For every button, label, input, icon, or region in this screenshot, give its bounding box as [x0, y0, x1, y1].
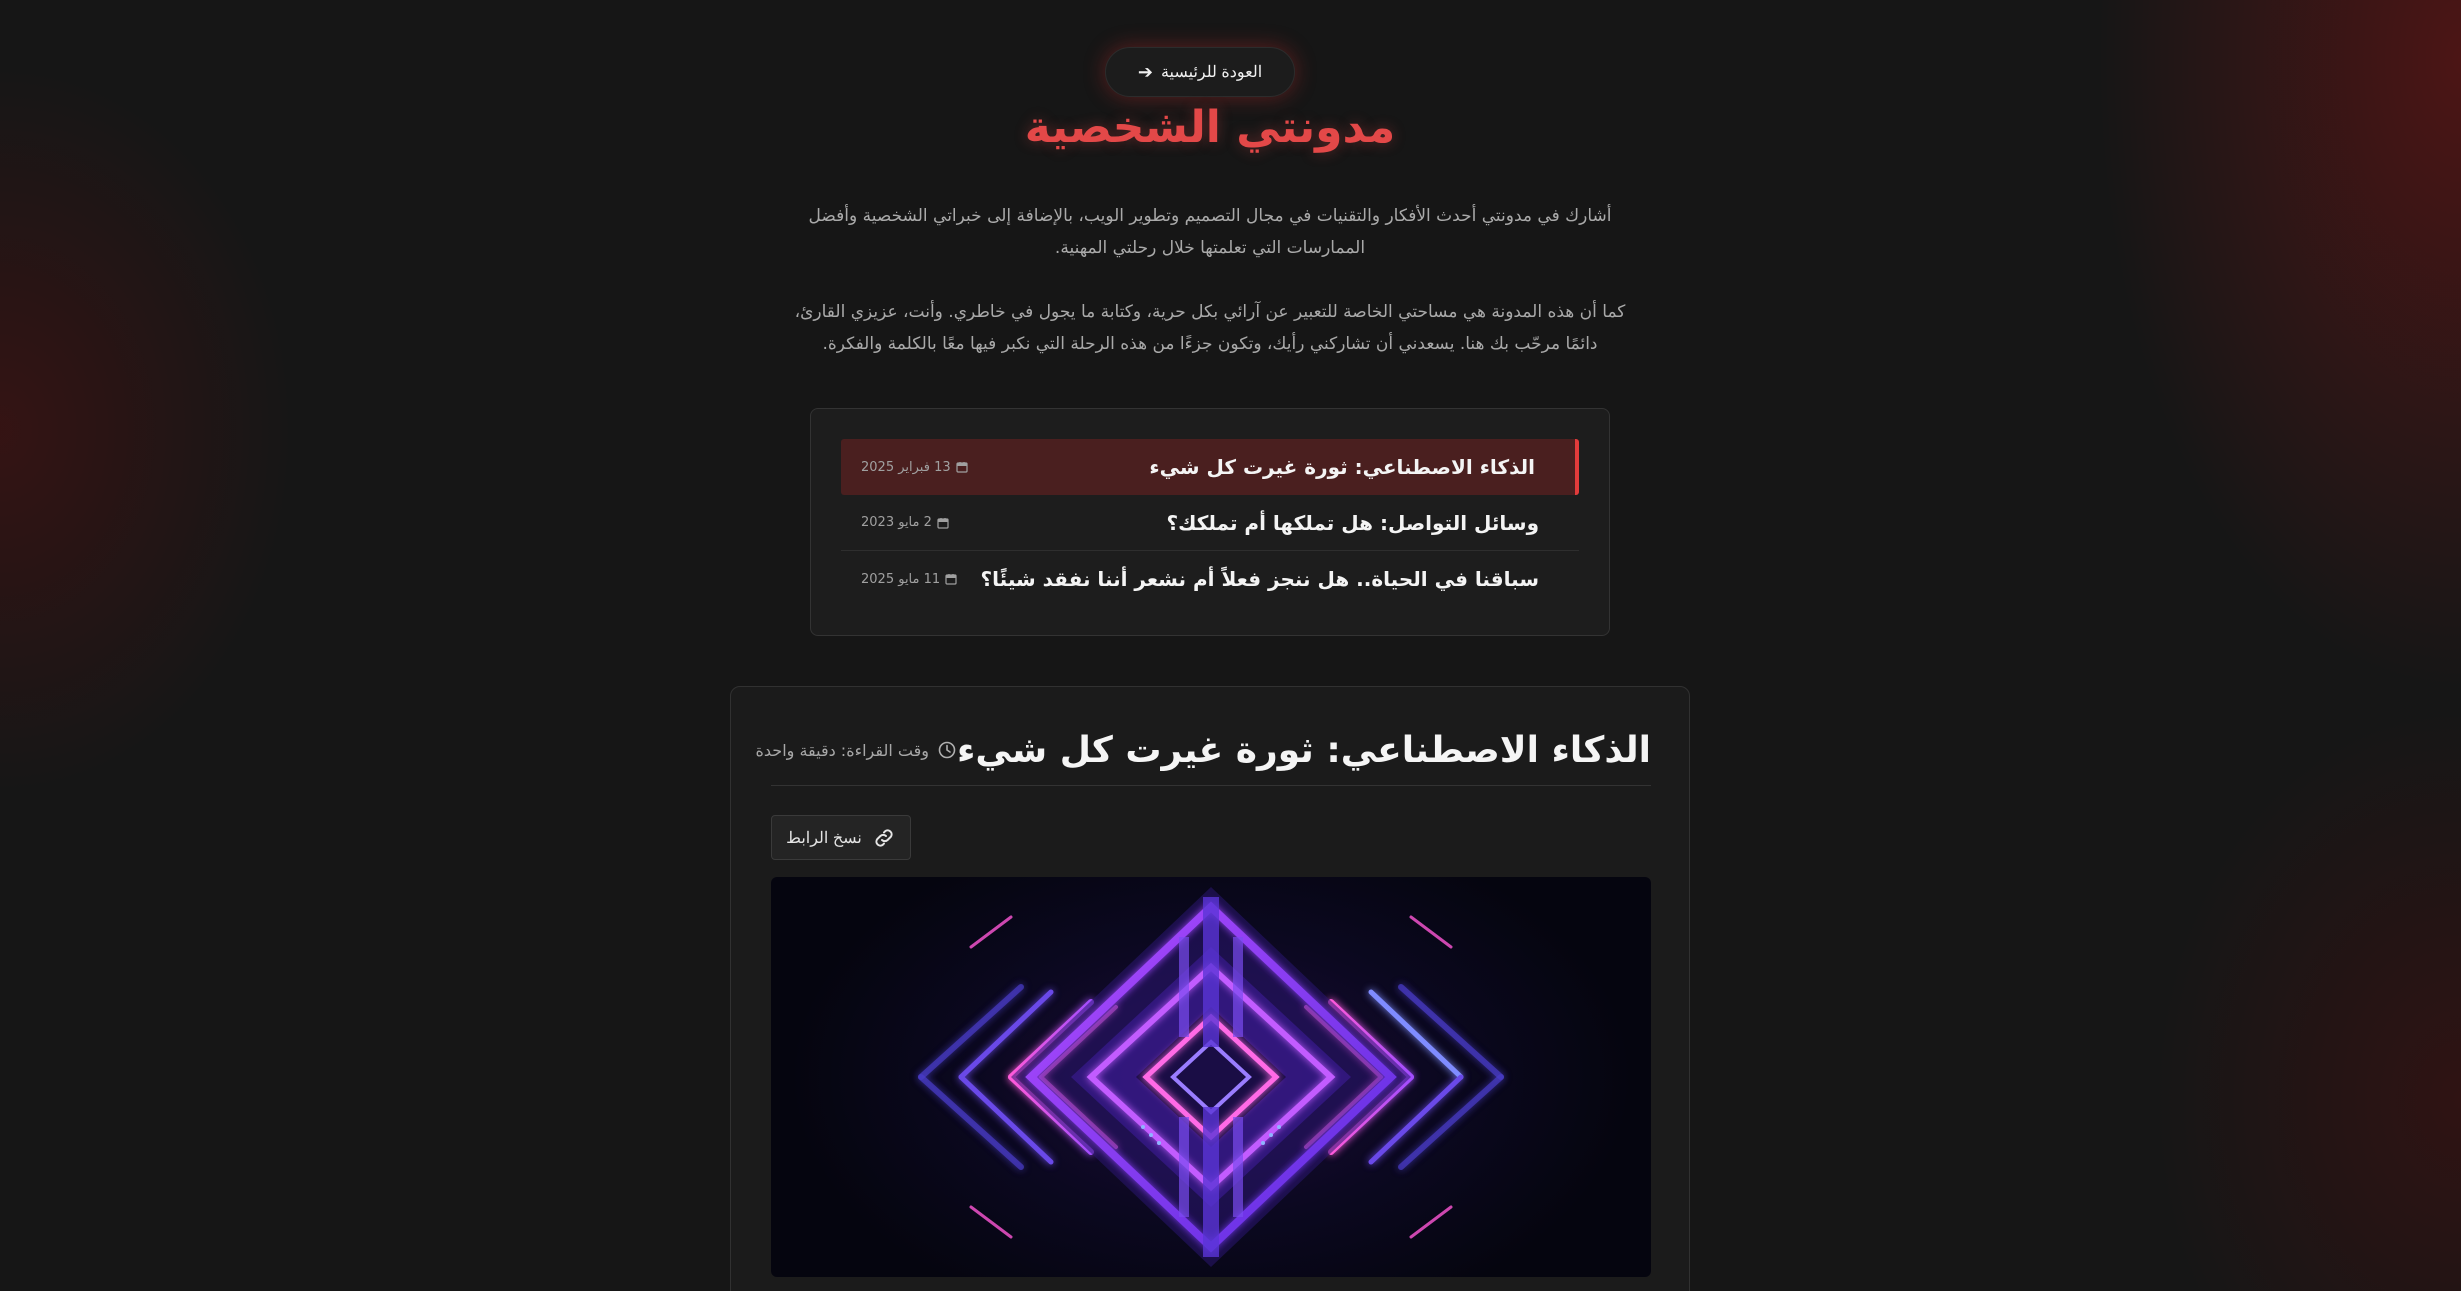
article-divider: [771, 785, 1651, 786]
article-title: الذكاء الاصطناعي: ثورة غيرت كل شيء: [956, 729, 1651, 771]
post-date-text: 13 فبراير 2025: [861, 459, 951, 475]
post-list-item[interactable]: سباقنا في الحياة.. هل ننجز فعلاً أم نشعر…: [841, 551, 1579, 607]
post-date: 11 مايو 2025: [861, 572, 957, 587]
clock-icon: [938, 741, 956, 759]
post-title: سباقنا في الحياة.. هل ننجز فعلاً أم نشعر…: [980, 567, 1539, 591]
calendar-icon: [956, 462, 968, 473]
post-date: 13 فبراير 2025: [861, 460, 968, 475]
copy-link-label: نسخ الرابط: [786, 829, 862, 847]
back-home-button[interactable]: العودة للرئيسية ➔: [1105, 47, 1295, 97]
arrow-right-icon: ➔: [1137, 62, 1153, 82]
post-title: الذكاء الاصطناعي: ثورة غيرت كل شيء: [1149, 455, 1535, 479]
article-hero-image: [771, 877, 1651, 1277]
post-title: وسائل التواصل: هل تملكها أم تملكك؟: [1166, 510, 1539, 535]
copy-link-button[interactable]: نسخ الرابط: [771, 815, 911, 860]
post-list-item[interactable]: الذكاء الاصطناعي: ثورة غيرت كل شيء 13 فب…: [841, 439, 1579, 495]
article-card: الذكاء الاصطناعي: ثورة غيرت كل شيء وقت ا…: [730, 686, 1690, 1291]
link-icon: [875, 828, 893, 847]
calendar-icon: [937, 517, 949, 529]
site-title: مدونتي الشخصية: [1024, 102, 1396, 153]
hero-illustration: [918, 887, 1504, 1267]
reading-time-text: وقت القراءة: دقيقة واحدة: [755, 740, 929, 760]
post-date-text: 2 مايو 2023: [861, 515, 932, 530]
posts-list: الذكاء الاصطناعي: ثورة غيرت كل شيء 13 فب…: [810, 408, 1610, 636]
intro-paragraph-1: أشارك في مدونتي أحدث الأفكار والتقنيات ف…: [808, 206, 1612, 258]
post-list-item[interactable]: وسائل التواصل: هل تملكها أم تملكك؟ 2 ماي…: [841, 495, 1579, 551]
reading-time: وقت القراءة: دقيقة واحدة: [756, 740, 957, 760]
article-header: الذكاء الاصطناعي: ثورة غيرت كل شيء وقت ا…: [756, 727, 1651, 773]
back-button-label: العودة للرئيسية: [1160, 64, 1263, 81]
intro-paragraph-2: كما أن هذه المدونة هي مساحتي الخاصة للتع…: [794, 302, 1626, 354]
post-date: 2 مايو 2023: [861, 515, 949, 530]
post-date-text: 11 مايو 2025: [861, 571, 941, 587]
calendar-icon: [945, 574, 957, 585]
